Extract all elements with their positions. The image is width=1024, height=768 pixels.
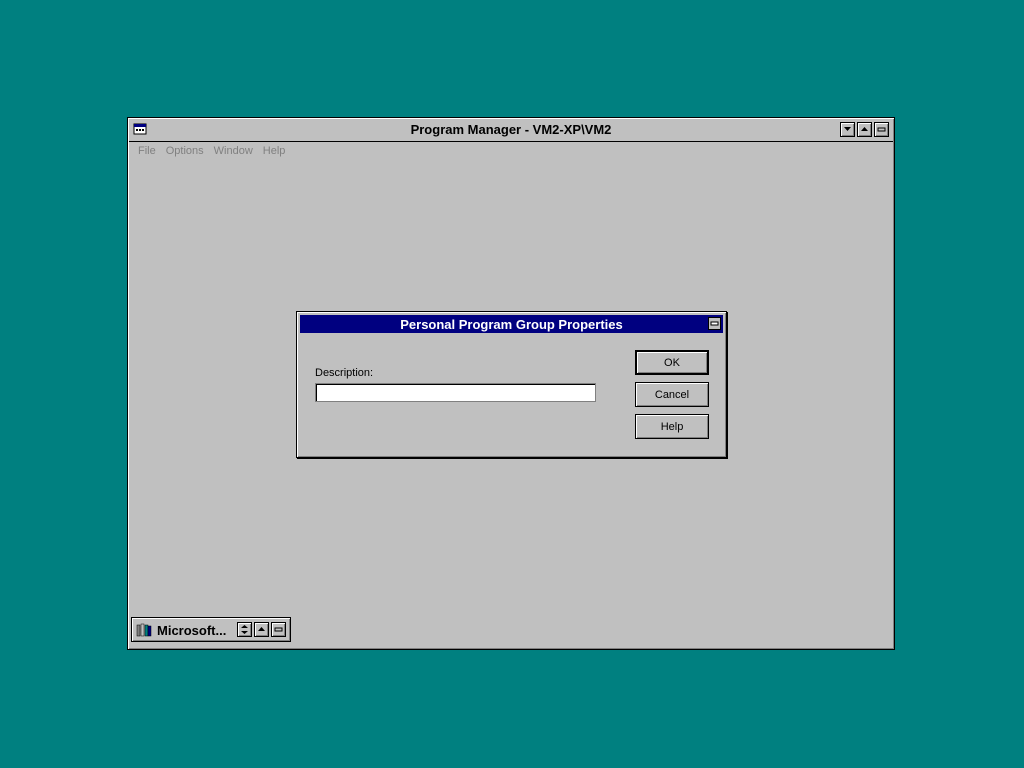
dialog-titlebar[interactable]: Personal Program Group Properties	[300, 315, 723, 333]
group-minimize-button[interactable]	[271, 622, 286, 637]
restore-button[interactable]	[874, 122, 889, 137]
up-down-arrows-icon	[241, 625, 248, 634]
minimized-program-group[interactable]: Microsoft...	[131, 617, 291, 642]
menu-window[interactable]: Window	[213, 142, 258, 162]
triangle-down-icon	[844, 127, 851, 131]
system-menu-icon	[710, 321, 719, 326]
description-input[interactable]	[315, 383, 596, 402]
window-title: Program Manager - VM2-XP\VM2	[410, 122, 612, 137]
menu-bar: File Options Window Help	[129, 142, 893, 162]
program-group-icon	[136, 622, 152, 638]
triangle-up-icon	[861, 127, 868, 131]
group-properties-dialog: Personal Program Group Properties Descri…	[296, 311, 727, 458]
help-button[interactable]: Help	[635, 414, 709, 439]
group-maximize-button[interactable]	[254, 622, 269, 637]
restore-icon	[274, 627, 283, 632]
program-group-label: Microsoft...	[157, 623, 227, 638]
ok-button[interactable]: OK	[635, 350, 709, 375]
cancel-button[interactable]: Cancel	[635, 382, 709, 407]
desktop: Program Manager - VM2-XP\VM2 File Option…	[0, 0, 1024, 768]
program-manager-titlebar[interactable]: Program Manager - VM2-XP\VM2	[129, 119, 893, 142]
menu-options[interactable]: Options	[165, 142, 209, 162]
restore-icon	[877, 127, 886, 132]
minimize-button[interactable]	[840, 122, 855, 137]
dialog-system-menu-button[interactable]	[708, 317, 721, 330]
menu-help[interactable]: Help	[262, 142, 291, 162]
menu-file[interactable]: File	[137, 142, 161, 162]
triangle-up-icon	[258, 627, 265, 631]
description-label: Description:	[315, 367, 374, 379]
dialog-title: Personal Program Group Properties	[400, 317, 623, 332]
maximize-button[interactable]	[857, 122, 872, 137]
group-restore-button[interactable]	[237, 622, 252, 637]
